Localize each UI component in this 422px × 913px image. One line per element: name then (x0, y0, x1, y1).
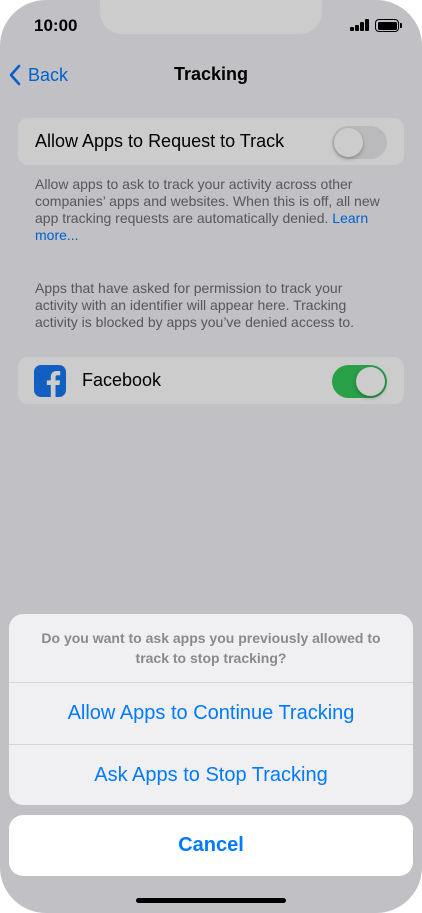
allow-continue-button[interactable]: Allow Apps to Continue Tracking (9, 682, 413, 743)
cancel-button[interactable]: Cancel (9, 815, 413, 876)
device-frame: 10:00 Back Tracking Allow Apps to Reques… (0, 0, 422, 913)
action-sheet: Do you want to ask apps you previously a… (9, 614, 413, 805)
ask-stop-button[interactable]: Ask Apps to Stop Tracking (9, 744, 413, 805)
home-indicator (136, 898, 286, 903)
action-sheet-message: Do you want to ask apps you previously a… (41, 630, 381, 666)
